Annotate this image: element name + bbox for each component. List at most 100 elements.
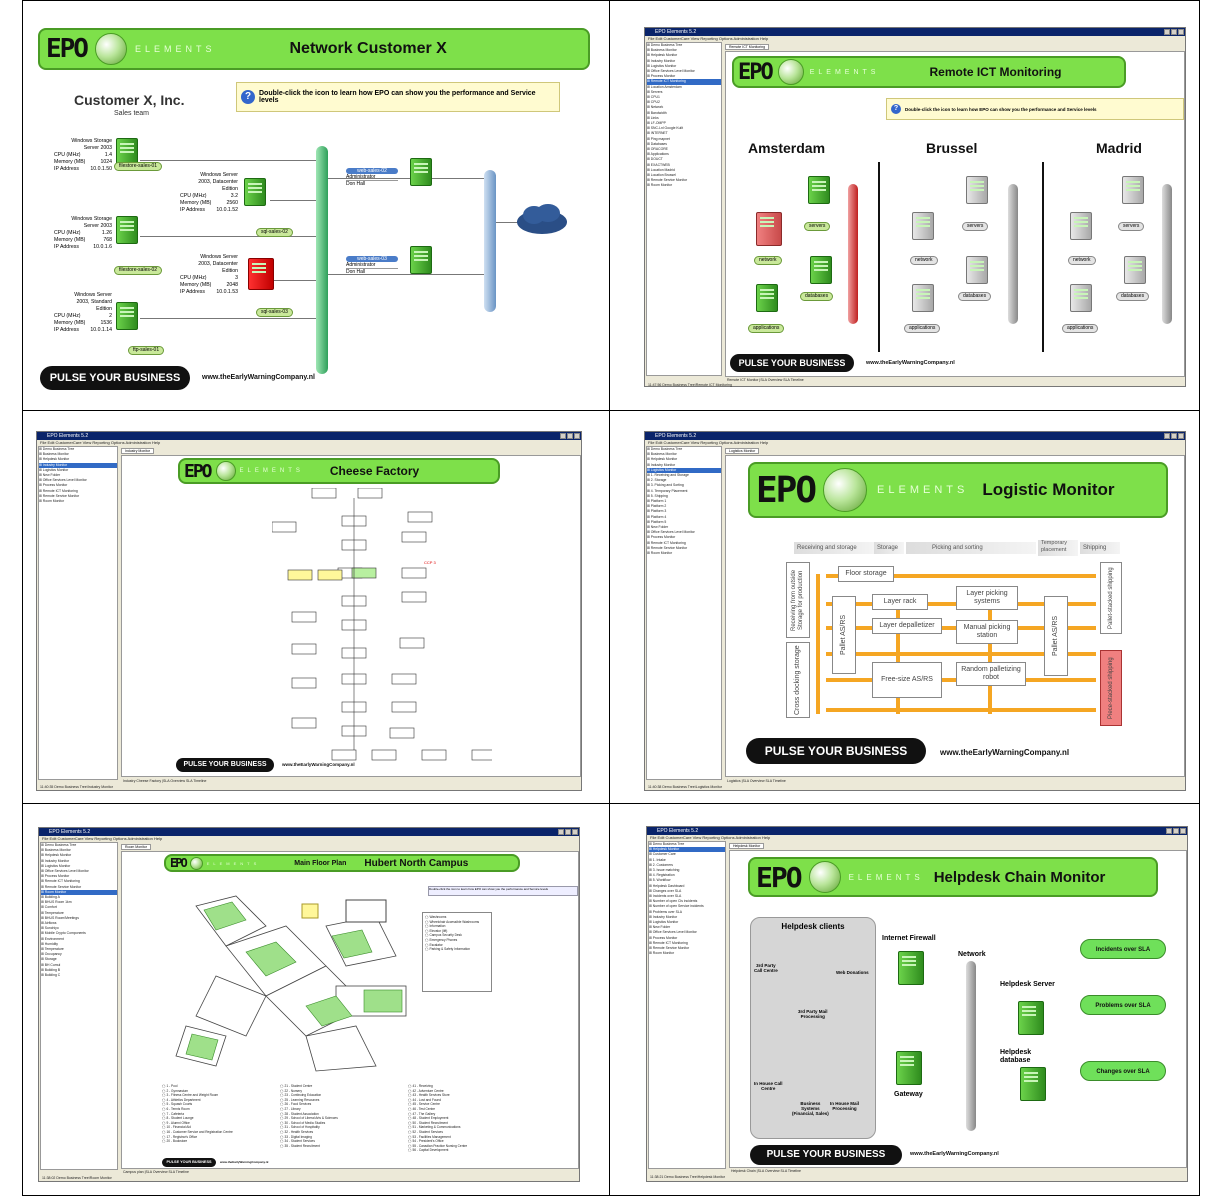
pallet-asrs-box-2[interactable]: Pallet AS/RS <box>1044 596 1068 676</box>
network-alert-icon[interactable] <box>756 212 782 246</box>
pallet-stacked-box[interactable]: Pallet-stacked shipping <box>1100 562 1122 634</box>
layer-rack-box[interactable]: Layer rack <box>872 594 928 610</box>
cross-docking-box[interactable]: Cross docking storage <box>786 642 810 718</box>
client-business-systems[interactable]: Business Systems (Financial, Sales) <box>792 1101 829 1116</box>
changes-over-sla-pill[interactable]: Changes over SLA <box>1080 1061 1166 1081</box>
helpdesk-server-icon[interactable] <box>1018 1001 1044 1035</box>
website-link[interactable]: www.theEarlyWarningCompany.nl <box>220 1160 268 1164</box>
free-size-asrs-box[interactable]: Free-size AS/RS <box>872 662 942 698</box>
flow-step[interactable] <box>331 749 357 761</box>
flow-step[interactable] <box>291 643 317 655</box>
maximize-button[interactable] <box>567 433 573 439</box>
bottom-tabs[interactable]: Campus plan |SLA Overview SLA Timeline <box>123 1170 189 1174</box>
menu-bar[interactable]: File Edit CustomerCare View Reporting Op… <box>37 440 581 446</box>
bottom-tabs[interactable]: Logistics |SLA Overview SLA Timeline <box>727 779 786 783</box>
databases-label[interactable]: databases <box>800 292 834 301</box>
flow-step[interactable] <box>351 567 377 579</box>
pallet-asrs-box[interactable]: Pallet AS/RS <box>832 596 856 674</box>
flow-step[interactable] <box>291 677 317 689</box>
website-link[interactable]: www.theEarlyWarningCompany.nl <box>910 1151 999 1157</box>
network-label[interactable]: network <box>754 256 782 265</box>
databases-label[interactable]: databases <box>1116 292 1150 301</box>
server-icon[interactable] <box>116 302 138 330</box>
tree-item[interactable]: ⊞ Room Monitor <box>647 551 721 556</box>
flow-step[interactable] <box>391 673 417 685</box>
server-tag[interactable]: sql-sales-03 <box>256 308 293 317</box>
tab-helpdesk[interactable]: Helpdesk Monitor <box>729 843 765 849</box>
flow-step[interactable] <box>401 591 427 603</box>
receiving-box[interactable]: Receiving from outside Storage for produ… <box>786 562 810 638</box>
website-link[interactable]: www.theEarlyWarningCompany.nl <box>866 360 955 366</box>
flow-step[interactable] <box>401 567 427 579</box>
server-icon[interactable] <box>1122 176 1144 204</box>
help-icon[interactable]: ? <box>241 90 255 104</box>
server-tag[interactable]: filestore-sales-02 <box>114 266 163 275</box>
database-icon[interactable] <box>810 256 832 284</box>
bottom-tabs[interactable]: Helpdesk Chain |SLA Overview SLA Timelin… <box>731 1169 801 1173</box>
website-link[interactable]: www.theEarlyWarningCompany.nl <box>282 762 355 767</box>
manual-picking-box[interactable]: Manual picking station <box>956 620 1018 644</box>
gateway-server-icon[interactable] <box>896 1051 922 1085</box>
applications-label[interactable]: applications <box>1062 324 1099 333</box>
server-tag[interactable]: filestore-sales-01 <box>114 162 163 171</box>
menu-bar[interactable]: File Edit CustomerCare View Reporting Op… <box>39 836 579 842</box>
databases-label[interactable]: databases <box>958 292 992 301</box>
campus-floor-plan[interactable] <box>156 886 426 1076</box>
tree-item[interactable]: ⊞ Room Monitor <box>647 183 721 188</box>
client-inhouse-mail[interactable]: In House Mail Processing <box>830 1101 859 1111</box>
database-icon[interactable] <box>966 256 988 284</box>
close-button[interactable] <box>1178 29 1184 35</box>
minimize-button[interactable] <box>1164 29 1170 35</box>
flow-step[interactable] <box>272 521 297 533</box>
firewall-server-icon[interactable] <box>898 951 924 985</box>
problems-over-sla-pill[interactable]: Problems over SLA <box>1080 995 1166 1015</box>
flow-step[interactable] <box>389 727 415 739</box>
application-icon[interactable] <box>756 284 778 312</box>
applications-label[interactable]: applications <box>748 324 785 333</box>
flow-step[interactable] <box>291 717 317 729</box>
servers-label[interactable]: servers <box>1118 222 1145 231</box>
menu-bar[interactable]: File Edit CustomerCare View Reporting Op… <box>647 835 1187 841</box>
close-button[interactable] <box>1178 433 1184 439</box>
client-web-donations[interactable]: Web Donations <box>836 969 869 976</box>
flow-step[interactable] <box>407 511 433 523</box>
website-link[interactable]: www.theEarlyWarningCompany.nl <box>940 748 1069 757</box>
bottom-tabs[interactable]: Remote ICT Monitor |SLA Overview SLA Tim… <box>727 378 804 382</box>
application-icon[interactable] <box>1070 284 1092 312</box>
close-button[interactable] <box>1180 828 1186 834</box>
random-palletizing-box[interactable]: Random palletizing robot <box>956 662 1026 686</box>
business-tree[interactable]: ⊞ Demo Business Tree ⊞ Business Monitor ⊞ … <box>40 842 118 1170</box>
bottom-tabs[interactable]: Industry Cheese Factory |SLA Overview SL… <box>123 779 206 783</box>
floor-storage-box[interactable]: Floor storage <box>838 566 894 582</box>
servers-label[interactable]: servers <box>962 222 989 231</box>
minimize-button[interactable] <box>1164 433 1170 439</box>
layer-picking-box[interactable]: Layer picking systems <box>956 586 1018 610</box>
server-tag[interactable]: ftp-sales-01 <box>128 346 165 355</box>
server-icon[interactable] <box>808 176 830 204</box>
client-call-centre[interactable]: 3rd Party Call Centre <box>754 963 778 973</box>
tree-item[interactable]: ⊞ Building C <box>41 973 117 978</box>
internet-cloud-icon[interactable] <box>514 200 570 240</box>
flow-step[interactable] <box>371 749 397 761</box>
maximize-button[interactable] <box>1171 29 1177 35</box>
menu-bar[interactable]: File Edit CustomerCare View Reporting Op… <box>645 440 1185 446</box>
maximize-button[interactable] <box>1173 828 1179 834</box>
flow-step[interactable] <box>311 488 337 499</box>
minimize-button[interactable] <box>560 433 566 439</box>
flow-step[interactable] <box>291 611 317 623</box>
flow-step[interactable] <box>287 569 313 581</box>
business-tree[interactable]: ⊞ Demo Business Tree ⊞ Helpdesk Monitor ⊞ … <box>648 841 726 1169</box>
flow-step[interactable] <box>401 531 427 543</box>
flow-step[interactable] <box>421 749 447 761</box>
server-icon[interactable] <box>966 176 988 204</box>
client-inhouse-call[interactable]: In House Call Centre <box>754 1081 783 1091</box>
flow-step[interactable] <box>391 701 417 713</box>
application-icon[interactable] <box>912 284 934 312</box>
minimize-button[interactable] <box>1166 828 1172 834</box>
flow-step[interactable] <box>471 749 492 761</box>
maximize-button[interactable] <box>565 829 571 835</box>
flow-step[interactable] <box>399 637 425 649</box>
business-tree[interactable]: ⊞ Demo Business Tree ⊞ Business Monitor ⊞ … <box>38 446 118 780</box>
client-mail-processing[interactable]: 3rd Party Mail Processing <box>798 1009 828 1019</box>
maximize-button[interactable] <box>1171 433 1177 439</box>
